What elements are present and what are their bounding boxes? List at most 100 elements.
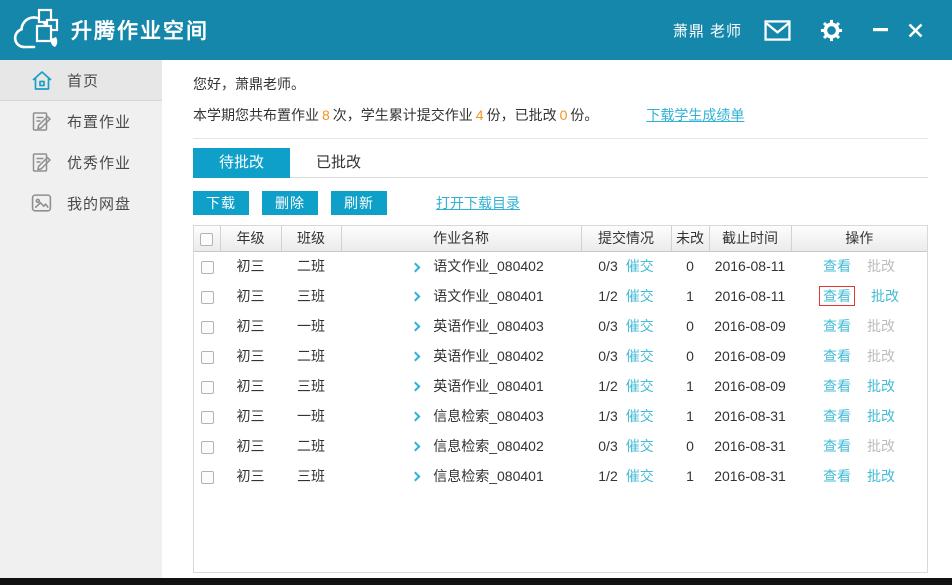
grade-cell: 初三 bbox=[220, 431, 281, 461]
app-title: 升腾作业空间 bbox=[71, 15, 209, 45]
deadline-cell: 2016-08-31 bbox=[709, 431, 791, 461]
homework-name-link[interactable]: 英语作业_080402 bbox=[433, 348, 544, 364]
row-checkbox[interactable] bbox=[201, 411, 214, 424]
view-link[interactable]: 查看 bbox=[823, 288, 851, 304]
urge-link[interactable]: 催交 bbox=[626, 318, 654, 334]
stats-segment: 份，已批改 bbox=[487, 107, 557, 123]
row-checkbox[interactable] bbox=[201, 441, 214, 454]
homework-name-link[interactable]: 信息检索_080402 bbox=[433, 438, 544, 454]
delete-button[interactable]: 删除 bbox=[262, 191, 318, 215]
user-name: 萧鼎 老师 bbox=[673, 20, 742, 41]
homework-name-link[interactable]: 信息检索_080401 bbox=[433, 468, 544, 484]
view-link[interactable]: 查看 bbox=[823, 378, 851, 394]
class-cell: 三班 bbox=[281, 461, 341, 491]
urge-link[interactable]: 催交 bbox=[626, 348, 654, 364]
sidebar-item-home[interactable]: 首页 bbox=[0, 60, 162, 101]
correct-link[interactable]: 批改 bbox=[867, 408, 895, 424]
row-checkbox[interactable] bbox=[201, 471, 214, 484]
view-link[interactable]: 查看 bbox=[823, 468, 851, 484]
urge-link[interactable]: 催交 bbox=[626, 468, 654, 484]
submission-count: 1/2 bbox=[598, 288, 617, 304]
close-button[interactable] bbox=[908, 23, 923, 38]
homework-name-cell: 信息检索_080401 bbox=[341, 461, 581, 491]
homework-name-cell: 英语作业_080402 bbox=[341, 341, 581, 371]
correct-link[interactable]: 批改 bbox=[867, 468, 895, 484]
submission-cell: 0/3催交 bbox=[581, 341, 671, 371]
deadline-cell: 2016-08-31 bbox=[709, 401, 791, 431]
view-link[interactable]: 查看 bbox=[823, 348, 851, 364]
class-cell: 一班 bbox=[281, 401, 341, 431]
submission-cell: 1/2 催交 bbox=[581, 281, 671, 311]
view-link[interactable]: 查看 bbox=[823, 438, 851, 454]
actions-cell: 查看 批改 bbox=[791, 281, 927, 311]
window-bottom-edge bbox=[0, 578, 952, 585]
correct-link: 批改 bbox=[867, 348, 895, 364]
app-window: 升腾作业空间 萧鼎 老师 bbox=[0, 0, 952, 585]
column-header: 未改 bbox=[671, 226, 709, 251]
grade-cell: 初三 bbox=[220, 281, 281, 311]
urge-link[interactable]: 催交 bbox=[626, 438, 654, 454]
row-checkbox[interactable] bbox=[201, 291, 214, 304]
main-content: 您好，萧鼎老师。 本学期您共布置作业8次，学生累计提交作业4份，已批改0份。 下… bbox=[162, 60, 952, 578]
expand-arrow-icon bbox=[411, 292, 421, 302]
class-cell: 三班 bbox=[281, 371, 341, 401]
row-checkbox[interactable] bbox=[201, 321, 214, 334]
settings-gear-icon[interactable] bbox=[819, 18, 844, 43]
homework-name-link[interactable]: 信息检索_080403 bbox=[433, 408, 544, 424]
grade-cell: 初三 bbox=[220, 251, 281, 281]
row-checkbox[interactable] bbox=[201, 351, 214, 364]
row-checkbox[interactable] bbox=[201, 381, 214, 394]
divider bbox=[193, 138, 928, 139]
uncorrected-cell: 1 bbox=[671, 281, 709, 311]
download-button[interactable]: 下载 bbox=[193, 191, 249, 215]
tab-bar: 待批改已批改 bbox=[193, 148, 928, 178]
sidebar-item-excellent-homework[interactable]: 优秀作业 bbox=[0, 142, 162, 183]
row-checkbox[interactable] bbox=[201, 261, 214, 274]
urge-link[interactable]: 催交 bbox=[626, 378, 654, 394]
minimize-button[interactable] bbox=[872, 28, 888, 32]
mail-icon[interactable] bbox=[764, 20, 791, 41]
correct-link: 批改 bbox=[867, 438, 895, 454]
sidebar-item-assign-homework[interactable]: 布置作业 bbox=[0, 101, 162, 142]
urge-link[interactable]: 催交 bbox=[626, 408, 654, 424]
table-row: 初三三班信息检索_0804011/2催交12016-08-31查看批改 bbox=[194, 461, 927, 491]
submission-cell: 0/3催交 bbox=[581, 311, 671, 341]
homework-name-link[interactable]: 英语作业_080403 bbox=[433, 318, 544, 334]
toolbar: 下载删除刷新 打开下载目录 bbox=[193, 191, 928, 215]
open-download-dir-link[interactable]: 打开下载目录 bbox=[436, 193, 520, 213]
homework-name-link[interactable]: 英语作业_080401 bbox=[433, 378, 544, 394]
select-all-header-cell bbox=[194, 226, 220, 251]
submission-cell: 0/3催交 bbox=[581, 251, 671, 281]
stats-text: 本学期您共布置作业8次，学生累计提交作业4份，已批改0份。 bbox=[193, 105, 598, 125]
uncorrected-cell: 1 bbox=[671, 401, 709, 431]
homework-table: 年级班级作业名称提交情况未改截止时间操作 初三二班语文作业_0804020/3催… bbox=[194, 226, 927, 491]
tab-completed[interactable]: 已批改 bbox=[290, 148, 387, 178]
sidebar-item-my-drive[interactable]: 我的网盘 bbox=[0, 183, 162, 224]
tab-pending[interactable]: 待批改 bbox=[193, 148, 290, 178]
correct-link: 批改 bbox=[867, 318, 895, 334]
correct-link[interactable]: 批改 bbox=[867, 378, 895, 394]
select-all-checkbox[interactable] bbox=[200, 233, 213, 246]
view-link[interactable]: 查看 bbox=[823, 318, 851, 334]
deadline-cell: 2016-08-31 bbox=[709, 461, 791, 491]
submission-count: 1/2 bbox=[598, 378, 617, 394]
uncorrected-cell: 0 bbox=[671, 431, 709, 461]
urge-link[interactable]: 催交 bbox=[626, 258, 654, 274]
urge-link[interactable]: 催交 bbox=[626, 288, 654, 304]
column-header: 班级 bbox=[281, 226, 341, 251]
cloud-drive-icon bbox=[31, 193, 53, 214]
view-link[interactable]: 查看 bbox=[823, 258, 851, 274]
refresh-button[interactable]: 刷新 bbox=[331, 191, 387, 215]
homework-name-link[interactable]: 语文作业_080401 bbox=[433, 288, 544, 304]
actions-cell: 查看批改 bbox=[791, 251, 927, 281]
grade-cell: 初三 bbox=[220, 401, 281, 431]
class-cell: 二班 bbox=[281, 251, 341, 281]
download-transcript-link[interactable]: 下载学生成绩单 bbox=[646, 105, 744, 125]
homework-name-link[interactable]: 语文作业_080402 bbox=[433, 258, 544, 274]
homework-name-cell: 英语作业_080403 bbox=[341, 311, 581, 341]
app-logo-icon bbox=[12, 7, 62, 53]
deadline-cell: 2016-08-09 bbox=[709, 341, 791, 371]
sidebar-item-label: 优秀作业 bbox=[67, 152, 131, 173]
correct-link[interactable]: 批改 bbox=[871, 288, 899, 304]
view-link[interactable]: 查看 bbox=[823, 408, 851, 424]
